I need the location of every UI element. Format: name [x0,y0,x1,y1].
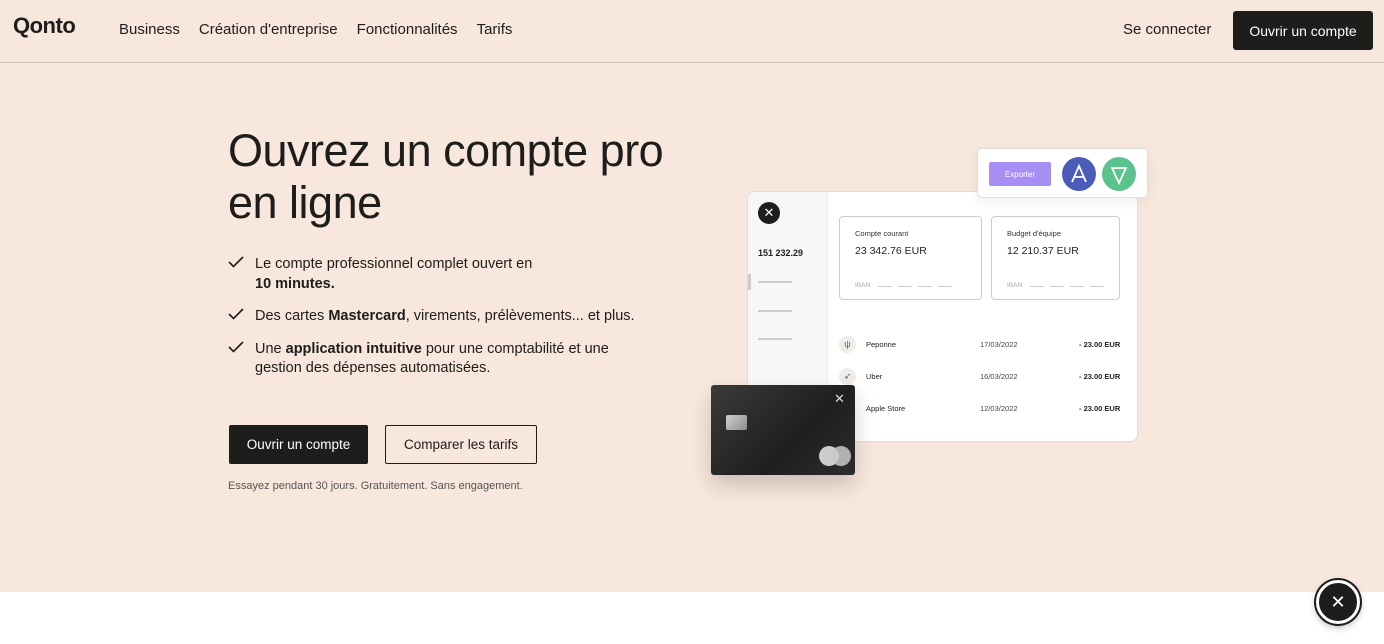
iban-placeholder [1090,286,1104,287]
user-avatar-blue [1062,157,1096,191]
transaction-date: 16/03/2022 [980,372,1018,381]
account-balance: 23 342.76 EUR [855,245,927,257]
transaction-date: 17/03/2022 [980,340,1018,349]
iban-placeholder [1030,286,1044,287]
transaction-name: Apple Store [866,404,906,413]
feature-list: Le compte professionnel complet ouvert e… [228,255,648,392]
page-title: Ouvrez un compte pro en ligne [228,125,664,228]
feature-text: Des cartes [255,308,329,324]
account-card-team-budget: Budget d'équipe 12 210.37 EUR IBAN [991,216,1120,300]
hero-cta-row: Ouvrir un compte Comparer les tarifs [229,425,537,464]
transaction-amount: - 23.00 EUR [1079,372,1121,381]
feature-text-bold: Mastercard [328,308,406,324]
nav-link-tarifs[interactable]: Tarifs [477,21,513,38]
user-avatar-green [1102,157,1136,191]
compare-pricing-button[interactable]: Comparer les tarifs [385,425,537,464]
hero-background [0,0,1384,592]
chat-bubble-button[interactable]: ✕ [1316,580,1360,624]
iban-placeholder [878,286,892,287]
account-name: Budget d'équipe [1007,229,1061,238]
fork-knife-icon: ψ [839,336,856,353]
iban-placeholder [1070,286,1084,287]
card-chip-icon [726,415,747,430]
sidebar-placeholder-line [758,338,792,340]
feature-text-bold: application intuitive [285,340,422,357]
sidebar-placeholder-line [758,310,792,312]
feature-text: Le compte professionnel complet ouvert e… [255,256,533,272]
checkmark-icon [228,256,244,268]
iban-placeholder [918,286,932,287]
feature-text: Une [255,340,286,357]
iban-placeholder [938,286,952,287]
open-account-button[interactable]: Ouvrir un compte [229,425,368,464]
rocket-icon: ➶ [839,368,856,385]
feature-text: , virements, prélèvements... et plus. [405,308,635,324]
transaction-date: 12/03/2022 [980,404,1018,413]
nav-link-business[interactable]: Business [119,21,180,38]
checkmark-icon [228,340,244,353]
qonto-x-icon: ✕ [758,202,780,224]
checkmark-icon [228,308,244,320]
top-navbar: Qonto Business Création d'entreprise Fon… [0,0,1384,63]
mastercard-logo-icon [819,446,851,466]
nav-link-creation-entreprise[interactable]: Création d'entreprise [199,21,338,38]
transaction-row: ψ Peponne 17/03/2022 - 23.00 EUR [839,336,1121,356]
nav-open-account-button[interactable]: Ouvrir un compte [1233,11,1373,50]
transaction-amount: - 23.00 EUR [1079,404,1121,413]
account-name: Compte courant [855,229,909,238]
trial-note: Essayez pendant 30 jours. Gratuitement. … [228,480,523,492]
login-link[interactable]: Se connecter [1123,21,1211,38]
transaction-row: Apple Store 12/03/2022 - 23.00 EUR [839,400,1121,420]
export-popover: Exporter [977,148,1148,198]
transaction-name: Uber [866,372,883,381]
account-card-current: Compte courant 23 342.76 EUR IBAN [839,216,982,300]
feature-item: Une application intuitive pour une compt… [228,340,648,379]
iban-placeholder [898,286,912,287]
sidebar-active-indicator [748,274,751,290]
feature-text-bold: 10 minutes. [255,275,335,292]
qonto-logo[interactable]: Qonto [13,13,76,39]
account-balance: 12 210.37 EUR [1007,245,1079,257]
iban-placeholder [1050,286,1064,287]
transaction-row: ➶ Uber 16/03/2022 - 23.00 EUR [839,368,1121,388]
feature-item: Le compte professionnel complet ouvert e… [228,255,648,294]
sidebar-total-balance: 151 232.29 [758,248,804,258]
transaction-amount: - 23.00 EUR [1079,340,1121,349]
feature-item: Des cartes Mastercard, virements, prélèv… [228,307,648,327]
export-button: Exporter [989,162,1051,186]
nav-link-fonctionnalites[interactable]: Fonctionnalités [357,21,458,38]
transaction-name: Peponne [866,340,897,349]
main-nav: Business Création d'entreprise Fonctionn… [119,21,512,38]
qonto-x-icon: ✕ [834,391,845,406]
mastercard-card-illustration: ✕ [711,385,855,475]
account-iban-label: IBAN [1007,282,1023,289]
account-iban-label: IBAN [855,282,871,289]
sidebar-placeholder-line [758,281,792,283]
